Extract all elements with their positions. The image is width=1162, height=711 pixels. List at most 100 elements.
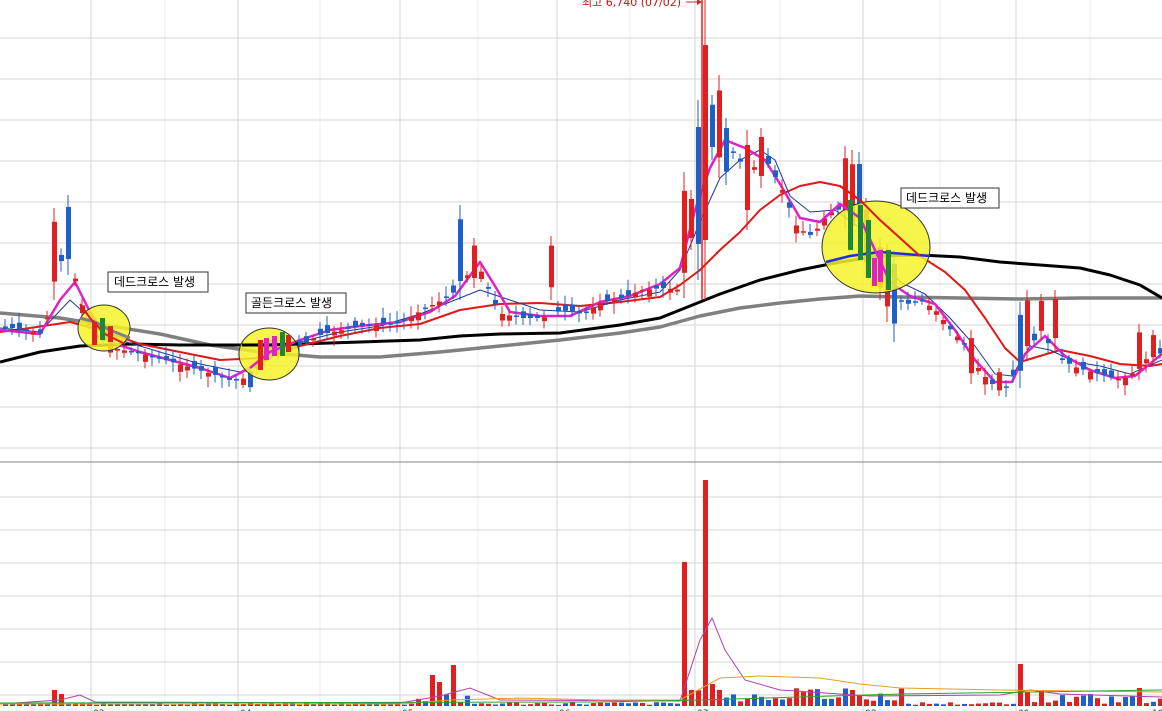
highlight-candle <box>878 250 883 282</box>
candle-body <box>787 202 792 208</box>
candle-body <box>759 137 764 176</box>
volume-bars <box>3 480 1162 706</box>
volume-bar <box>843 688 848 706</box>
candle-body <box>1130 373 1135 376</box>
volume-bar <box>738 701 743 706</box>
candle-body <box>199 366 204 371</box>
candle-body <box>1018 314 1023 371</box>
candle-body <box>360 322 365 326</box>
volume-bar <box>899 688 904 706</box>
volume-bar <box>535 703 540 706</box>
volume-bar <box>654 702 659 706</box>
candle-body <box>458 219 463 281</box>
candle-body <box>465 275 470 279</box>
volume-bar <box>1130 696 1135 706</box>
volume-bar <box>619 702 624 706</box>
highlight-candle <box>100 318 105 340</box>
candle-body <box>633 292 638 298</box>
candle-body <box>766 155 771 164</box>
volume-bar <box>703 480 708 706</box>
volume-bar <box>997 702 1002 706</box>
candle-body <box>668 288 673 293</box>
candle-body <box>1067 357 1072 364</box>
candle-body <box>689 199 694 238</box>
volume-bar <box>626 703 631 706</box>
candle-body <box>941 320 946 325</box>
volume-bar <box>185 704 190 706</box>
candle-body <box>976 368 981 372</box>
volume-bar <box>983 703 988 706</box>
candle-body <box>381 317 386 324</box>
candle-body <box>59 254 64 261</box>
candle-body <box>528 314 533 318</box>
volume-bar <box>549 704 554 706</box>
volume-bar <box>857 695 862 706</box>
overlay-helper <box>90 204 910 368</box>
candle-body <box>486 287 491 289</box>
candle-body <box>1151 335 1156 358</box>
candle-body <box>192 360 197 369</box>
callout-dead-cross-1-label: 데드크로스 발생 <box>114 275 195 289</box>
volume-bar <box>745 698 750 706</box>
candle-body <box>423 307 428 310</box>
callout-dead-cross-2-label: 데드크로스 발생 <box>906 191 987 205</box>
volume-bar <box>913 704 918 706</box>
candle-body <box>206 372 211 377</box>
candle-body <box>843 158 848 212</box>
candle-body <box>962 343 967 345</box>
candle-body <box>1144 359 1149 364</box>
candle-body <box>808 231 813 235</box>
candle-body <box>969 338 974 374</box>
volume-bar <box>402 704 407 706</box>
candle-body <box>906 299 911 304</box>
candle-body <box>514 315 519 317</box>
volume-bar <box>500 703 505 706</box>
candle-body <box>1095 368 1100 374</box>
candle-body <box>1053 299 1058 338</box>
volume-bar <box>969 704 974 706</box>
volume-bar <box>493 704 498 706</box>
volume-bar <box>227 704 232 706</box>
volume-bar <box>612 702 617 706</box>
candle-body <box>122 350 127 353</box>
candle-body <box>990 379 995 384</box>
candle-body <box>234 379 239 381</box>
candle-body <box>227 378 232 380</box>
volume-bar <box>731 694 736 706</box>
volume-bar <box>542 702 547 706</box>
candle-body <box>780 190 785 193</box>
volume-bar <box>990 702 995 706</box>
callout-dead-cross-2: 데드크로스 발생 <box>900 187 1000 209</box>
candle-body <box>1046 339 1051 344</box>
candle-body <box>703 45 708 240</box>
volume-bar <box>934 703 939 706</box>
volume-bar <box>1025 692 1030 706</box>
volume-ma5-line <box>0 616 1162 705</box>
candle-body <box>402 319 407 321</box>
candle-body <box>185 366 190 371</box>
volume-bar <box>668 703 673 706</box>
candle-body <box>500 314 505 321</box>
volume-bar <box>591 703 596 706</box>
volume-bar <box>1123 697 1128 706</box>
candle-body <box>52 221 57 282</box>
volume-bar <box>976 703 981 706</box>
candle-body <box>1074 367 1079 374</box>
volume-bar <box>556 704 561 706</box>
volume-bar <box>640 702 645 706</box>
candle-body <box>948 325 953 330</box>
chart-grid <box>0 0 1162 711</box>
candle-body <box>605 294 610 301</box>
volume-bar <box>472 703 477 706</box>
volume-ma60-line <box>0 689 1162 704</box>
candle-body <box>535 315 540 318</box>
candle-body <box>24 329 29 331</box>
candle-body <box>549 245 554 288</box>
candle-body <box>346 326 351 329</box>
candle-body <box>1088 371 1093 380</box>
candle-body <box>955 336 960 341</box>
stock-chart: 최고 6,740 (07/02) 데드크로스 발생 골든크로스 발생 데드크로스… <box>0 0 1162 711</box>
volume-bar <box>773 698 778 706</box>
ma60-line <box>0 253 1162 364</box>
candle-body <box>696 127 701 244</box>
